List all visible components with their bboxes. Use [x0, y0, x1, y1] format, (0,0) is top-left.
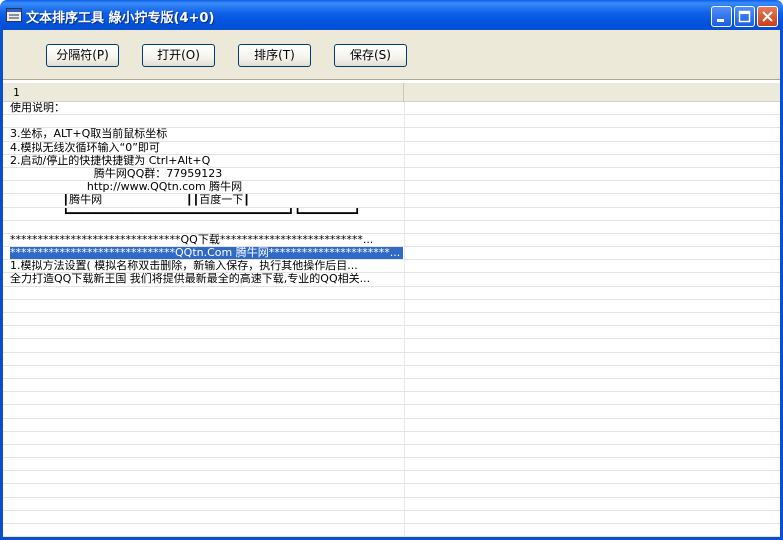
list-item[interactable]: ******************************QQtn.Com 腾…	[3, 247, 780, 261]
list-item[interactable]: ┃腾牛网 ┃┃百度一下┃	[3, 194, 780, 208]
list-item[interactable]	[3, 287, 780, 300]
list-header: 1	[3, 83, 780, 102]
list-item[interactable]: 使用说明：	[3, 102, 780, 116]
maximize-button[interactable]	[734, 6, 755, 27]
list-item-text: ******************************QQtn.Com 腾…	[10, 247, 403, 260]
column-header-2[interactable]	[404, 83, 780, 102]
list-item[interactable]: 全力打造QQ下载新王国 我们将提供最新最全的高速下载,专业的QQ相关...	[3, 273, 780, 287]
list-item[interactable]	[3, 511, 780, 524]
list-item[interactable]: 3.坐标，ALT+Q取当前鼠标坐标	[3, 128, 780, 142]
minimize-button[interactable]	[711, 6, 732, 27]
list-item[interactable]	[3, 484, 780, 498]
list-item[interactable]	[3, 353, 780, 366]
list-item[interactable]: 4.模拟无线次循环输入“0”即可	[3, 142, 780, 155]
list-item[interactable]	[3, 498, 780, 511]
list-item[interactable]	[3, 366, 780, 379]
list-item[interactable]: 2.启动/停止的快捷快捷键为 Ctrl+Alt+Q	[3, 155, 780, 168]
list-item[interactable]	[3, 300, 780, 313]
list-item[interactable]	[3, 392, 780, 406]
list-item-text: 3.坐标，ALT+Q取当前鼠标坐标	[10, 128, 168, 141]
window-title: 文本排序工具 綠小拧专版(4+0)	[26, 11, 215, 26]
list-item[interactable]	[3, 115, 780, 129]
list-item-text: ┃腾牛网 ┃┃百度一下┃	[10, 194, 250, 207]
list-item[interactable]	[3, 419, 780, 432]
maximize-icon	[738, 10, 751, 23]
list-item[interactable]	[3, 313, 780, 327]
sort-button[interactable]: 排序(T)	[238, 44, 311, 67]
list-item[interactable]: ┗━━━━━━━━━━━━━━━━━━━━━━━━━━━━━━━━━┛┗━━━━…	[3, 208, 780, 221]
list-item[interactable]: 1.模拟方法设置( 模拟名称双击删除，新输入保存，执行其他操作后目...	[3, 260, 780, 274]
minimize-icon	[717, 19, 724, 22]
list-item[interactable]	[3, 379, 780, 393]
list-rows: 使用说明： 3.坐标，ALT+Q取当前鼠标坐标 4.模拟无线次循环输入“0”即可 2.…	[3, 102, 780, 537]
list-item[interactable]	[3, 326, 780, 340]
list-item[interactable]	[3, 405, 780, 419]
list-item-text: *******************************QQ下载*****…	[10, 233, 374, 246]
list-item[interactable]: http://www.QQtn.com 腾牛网	[3, 181, 780, 195]
list-item-text: 4.模拟无线次循环输入“0”即可	[10, 141, 160, 154]
list-item[interactable]	[3, 221, 780, 234]
list-item[interactable]	[3, 524, 780, 537]
app-icon	[6, 8, 22, 22]
list-item-text: http://www.QQtn.com 腾牛网	[10, 181, 243, 194]
list-item[interactable]: *******************************QQ下载*****…	[3, 233, 780, 248]
list-item[interactable]: 腾牛网QQ群：77959123	[3, 167, 780, 182]
list-item-text: 全力打造QQ下载新王国 我们将提供最新最全的高速下载,专业的QQ相关...	[10, 273, 371, 286]
list-item[interactable]	[3, 339, 780, 353]
close-button[interactable]	[757, 6, 778, 27]
open-button[interactable]: 打开(O)	[142, 44, 215, 67]
close-icon	[762, 11, 773, 22]
list-item-text: 2.启动/停止的快捷快捷键为 Ctrl+Alt+Q	[10, 154, 211, 167]
title-bar[interactable]: 文本排序工具 綠小拧专版(4+0)	[0, 0, 783, 30]
toolbar: 分隔符(P) 打开(O) 排序(T) 保存(S)	[3, 30, 780, 79]
list-item-text: 1.模拟方法设置( 模拟名称双击删除，新输入保存，执行其他操作后目...	[10, 260, 358, 273]
list-item-text: ┗━━━━━━━━━━━━━━━━━━━━━━━━━━━━━━━━━┛┗━━━━…	[10, 207, 361, 220]
list-item-text: 使用说明：	[10, 102, 65, 114]
list-item[interactable]	[3, 471, 780, 485]
list-item[interactable]	[3, 445, 780, 459]
list-item[interactable]	[3, 458, 780, 472]
delimiter-button[interactable]: 分隔符(P)	[46, 44, 119, 67]
column-header-1[interactable]: 1	[3, 83, 404, 102]
list-item[interactable]	[3, 432, 780, 445]
list-item-text: 腾牛网QQ群：77959123	[10, 167, 223, 180]
save-button[interactable]: 保存(S)	[334, 44, 407, 67]
text-list-view[interactable]: 1 使用说明： 3.坐标，ALT+Q取当前鼠标坐标 4.模拟无线次循环输入“0”即可…	[3, 79, 780, 537]
